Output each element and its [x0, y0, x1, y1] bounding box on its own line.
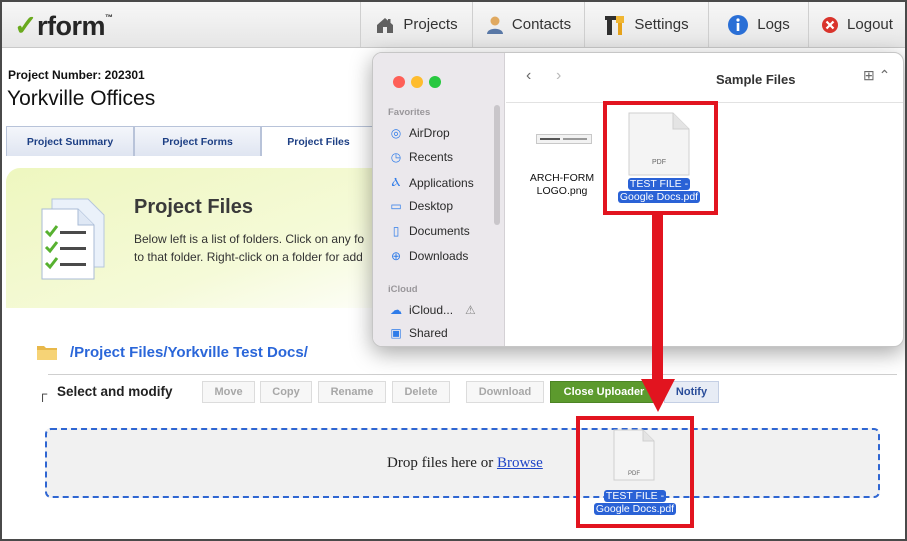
- finder-sidebar: Favorites ◎ AirDrop ◷ Recents Ⲁ Application…: [373, 53, 505, 346]
- file-label-arch-form-logo[interactable]: ARCH-FORM LOGO.png: [522, 172, 602, 198]
- divider: [48, 374, 897, 375]
- cloud-icon: ☁: [390, 303, 402, 317]
- window-minimize-dot[interactable]: [411, 76, 423, 88]
- view-options-icon[interactable]: ⊞ ⌃: [863, 67, 890, 84]
- info-icon: [727, 14, 749, 36]
- sidebar-item-desktop[interactable]: ▭ Desktop: [389, 199, 453, 213]
- project-tabs: Project Summary Project Forms Project Fi…: [6, 126, 376, 156]
- sidebar-item-downloads[interactable]: ⊕ Downloads: [389, 249, 468, 263]
- drop-zone-text: Drop files here or Browse: [387, 455, 543, 471]
- sidebar-scrollbar[interactable]: [494, 105, 500, 225]
- project-name: Yorkville Offices: [7, 87, 156, 110]
- window-close-dot[interactable]: [393, 76, 405, 88]
- move-button[interactable]: Move: [202, 381, 255, 403]
- sidebar-item-documents[interactable]: ▯ Documents: [389, 224, 470, 238]
- nav-logout-label: Logout: [847, 16, 893, 33]
- folder-path-link[interactable]: /Project Files/Yorkville Test Docs/: [70, 344, 308, 361]
- forward-icon[interactable]: ›: [556, 67, 561, 85]
- drag-arrow: [640, 214, 676, 419]
- corner-bracket-icon: ┌: [38, 386, 48, 401]
- browse-link[interactable]: Browse: [497, 455, 543, 471]
- finder-toolbar: ‹ › Sample Files ⊞ ⌃ » ⌕: [506, 53, 903, 103]
- nav-contacts[interactable]: Contacts: [472, 2, 584, 47]
- highlight-box-target: [576, 416, 694, 528]
- checklist-icon: [32, 195, 122, 290]
- back-icon[interactable]: ‹: [526, 67, 531, 85]
- image-thumbnail[interactable]: [536, 134, 592, 144]
- sidebar-item-shared[interactable]: ▣ Shared: [389, 326, 447, 340]
- banner-title: Project Files: [134, 196, 253, 218]
- check-logo-icon: ✓: [14, 10, 37, 41]
- banner-description-line2: to that folder. Right-click on a folder …: [134, 250, 363, 264]
- clock-icon: ◷: [390, 150, 402, 164]
- window-zoom-dot[interactable]: [429, 76, 441, 88]
- app-window: ✓rform™ Projects Contacts Settings Logs: [0, 0, 907, 541]
- house-icon: [375, 15, 395, 35]
- tools-icon: [604, 14, 626, 36]
- highlight-box-source: [603, 101, 718, 215]
- nav-logout[interactable]: Logout: [808, 2, 905, 47]
- top-nav-bar: ✓rform™ Projects Contacts Settings Logs: [2, 2, 905, 48]
- nav-projects-label: Projects: [403, 16, 458, 33]
- tab-project-summary[interactable]: Project Summary: [6, 126, 134, 156]
- desktop-icon: ▭: [390, 199, 402, 213]
- select-and-modify-label: Select and modify: [57, 384, 173, 399]
- nav-settings-label: Settings: [634, 16, 689, 33]
- nav-projects[interactable]: Projects: [360, 2, 472, 47]
- arcform-logo[interactable]: ✓rform™: [14, 9, 113, 42]
- airdrop-icon: ◎: [390, 126, 402, 140]
- sidebar-item-recents[interactable]: ◷ Recents: [389, 150, 453, 164]
- nav-logs-label: Logs: [757, 16, 790, 33]
- tab-project-files[interactable]: Project Files: [261, 126, 376, 156]
- shared-folder-icon: ▣: [390, 326, 402, 340]
- warning-icon: ⚠: [465, 303, 476, 317]
- rename-button[interactable]: Rename: [318, 381, 386, 403]
- document-icon: ▯: [392, 224, 400, 238]
- download-button[interactable]: Download: [466, 381, 544, 403]
- banner-description-line1: Below left is a list of folders. Click o…: [134, 232, 365, 246]
- person-icon: [486, 15, 504, 35]
- finder-folder-title: Sample Files: [716, 72, 796, 87]
- nav-settings[interactable]: Settings: [584, 2, 708, 47]
- nav-contacts-label: Contacts: [511, 16, 572, 33]
- sidebar-item-airdrop[interactable]: ◎ AirDrop: [389, 126, 450, 140]
- nav-logs[interactable]: Logs: [708, 2, 808, 47]
- favorites-heading: Favorites: [388, 107, 431, 118]
- sidebar-item-icloud[interactable]: ☁ iCloud... ⚠: [389, 303, 476, 317]
- copy-button[interactable]: Copy: [260, 381, 312, 403]
- icloud-heading: iCloud: [388, 284, 418, 295]
- project-number: Project Number: 202301: [8, 68, 145, 82]
- applications-icon: Ⲁ: [391, 175, 401, 189]
- sidebar-item-applications[interactable]: Ⲁ Applications: [389, 175, 474, 190]
- close-circle-icon: [821, 16, 839, 34]
- delete-button[interactable]: Delete: [392, 381, 450, 403]
- folder-icon: [36, 343, 58, 366]
- download-icon: ⊕: [390, 249, 402, 263]
- tab-project-forms[interactable]: Project Forms: [134, 126, 261, 156]
